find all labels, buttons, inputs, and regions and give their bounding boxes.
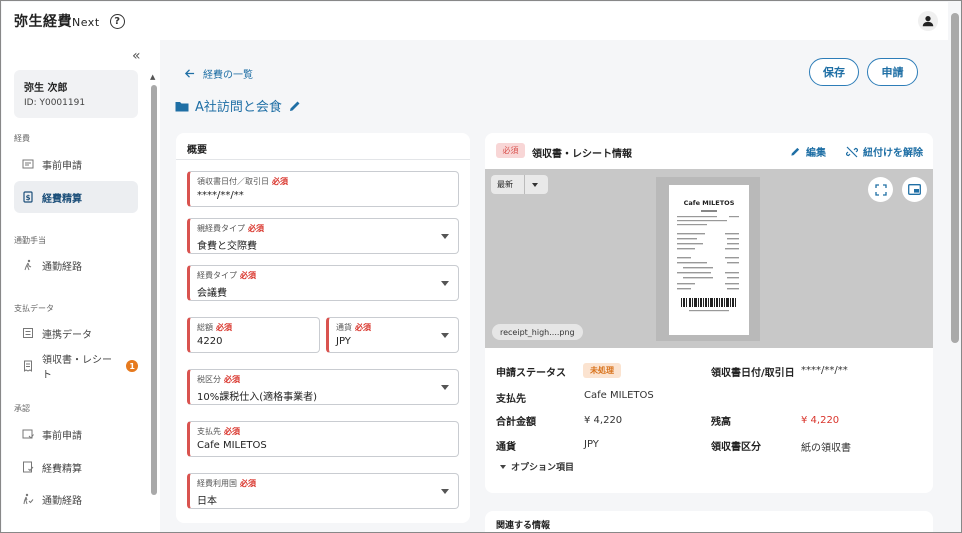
currency-select[interactable]: 通貨 必須 JPY (326, 317, 459, 353)
approval-document-icon (22, 428, 34, 440)
dropdown-arrow-icon (441, 385, 449, 390)
section-label-commute: 通勤手当 (14, 236, 46, 245)
approval-receipt-icon (22, 461, 34, 473)
status-badge: 未処理 (583, 363, 621, 378)
payee-value: Cafe MILETOS (584, 390, 654, 401)
edit-title-icon[interactable] (288, 99, 302, 113)
picture-in-picture-button[interactable] (902, 177, 927, 202)
notification-badge: 1 (126, 360, 138, 372)
help-icon[interactable]: ? (109, 13, 125, 29)
user-id: ID: Y0001191 (24, 98, 86, 108)
balance-label: 残高 (711, 417, 731, 428)
expand-icon (874, 183, 887, 196)
amount-field[interactable]: 総額 必須 4220 (187, 317, 320, 353)
section-label-payment-data: 支払データ (14, 304, 54, 313)
account-icon[interactable] (918, 11, 938, 31)
edit-receipt-button[interactable]: 編集 (790, 144, 826, 159)
receipt-image[interactable]: Cafe MILETOS (669, 185, 749, 335)
receipt-date-label: 領収書日付/取引日 (711, 368, 795, 379)
arrow-left-icon (184, 69, 195, 78)
sidebar-item-label: 事前申請 (42, 430, 82, 442)
sidebar-scrollbar[interactable] (151, 85, 157, 495)
tax-category-select[interactable]: 税区分 必須 10%課税仕入(適格事業者) (187, 369, 459, 405)
walking-icon (22, 259, 34, 271)
sidebar-item-approval-commute[interactable]: 通勤経路 (14, 483, 138, 515)
sidebar-item-label: 経費精算 (42, 193, 82, 205)
related-info-card (485, 511, 933, 532)
sidebar-item-receipts[interactable]: 領収書・レシート 1 (14, 350, 138, 382)
total-label: 合計金額 (496, 417, 536, 428)
unlink-icon (846, 146, 858, 157)
currency-value: JPY (584, 439, 599, 450)
submit-button[interactable]: 申請 (867, 58, 918, 86)
expand-more-icon (500, 464, 506, 469)
sidebar-item-label: 事前申請 (42, 160, 82, 172)
balance-value: ¥ 4,220 (801, 415, 840, 426)
back-to-expense-list[interactable]: 経費の一覧 (184, 66, 253, 81)
fullscreen-button[interactable] (868, 177, 893, 202)
receipt-shop-name: Cafe MILETOS (684, 199, 735, 207)
app-window: 弥生経費Next ? « 弥生 次郎 ID: Y0001191 経費 事前申請 … (0, 0, 962, 533)
sidebar-item-label: 領収書・レシート (42, 355, 112, 381)
user-name: 弥生 次郎 (24, 83, 68, 94)
user-card: 弥生 次郎 ID: Y0001191 (14, 70, 138, 118)
save-button[interactable]: 保存 (809, 58, 859, 86)
receipt-card-title: 領収書・レシート情報 (532, 149, 632, 160)
version-select[interactable]: 最新 (491, 175, 548, 194)
dropdown-arrow-icon (441, 333, 449, 338)
section-label-approval: 承認 (14, 404, 30, 413)
folder-icon (175, 101, 189, 111)
parent-expense-type-select[interactable]: 親経費タイプ 必須 食費と交際費 (187, 218, 459, 254)
country-select[interactable]: 経費利用国 必須 日本 (187, 473, 459, 509)
app-header: 弥生経費Next ? (2, 2, 948, 40)
unlink-receipt-button[interactable]: 紐付けを解除 (846, 144, 923, 159)
sidebar-item-label: 連携データ (42, 329, 92, 341)
overview-title: 概要 (187, 145, 207, 156)
document-icon (22, 158, 34, 170)
picture-in-picture-icon (908, 184, 921, 195)
currency-label: 通貨 (496, 442, 516, 453)
sidebar-item-label: 経費精算 (42, 463, 82, 475)
receipt-type-value: 紙の領収書 (801, 443, 851, 454)
sidebar-item-approval-pre-application[interactable]: 事前申請 (14, 418, 138, 450)
options-toggle[interactable]: オプション項目 (500, 460, 574, 473)
dropdown-arrow-icon (441, 234, 449, 239)
dropdown-arrow-icon (441, 281, 449, 286)
pencil-icon (791, 147, 800, 156)
payee-field[interactable]: 支払先 必須 Cafe MILETOS (187, 421, 459, 457)
main-scrollbar[interactable] (951, 13, 959, 343)
sidebar-item-label: 通勤経路 (42, 495, 82, 507)
receipt-filename: receipt_high....png (492, 324, 583, 340)
collapse-sidebar-icon[interactable]: « (132, 48, 141, 64)
page-title: A社訪問と会食 (175, 96, 302, 115)
expense-type-select[interactable]: 経費タイプ 必須 会議費 (187, 265, 459, 301)
dropdown-arrow-icon (441, 489, 449, 494)
list-icon (22, 327, 34, 339)
payee-label: 支払先 (496, 394, 526, 405)
svg-text:$: $ (26, 194, 31, 202)
status-label: 申請ステータス (496, 368, 566, 379)
receipt-date-value: ****/**/** (801, 365, 848, 376)
sidebar-item-approval-expense[interactable]: 経費精算 (14, 451, 138, 483)
receipt-date-field[interactable]: 領収書日付／取引日 必須 ****/**/** (187, 171, 459, 207)
sidebar-scroll-up[interactable]: ▲ (150, 73, 155, 81)
sidebar-item-commute-route[interactable]: 通勤経路 (14, 249, 138, 281)
sidebar-item-label: 通勤経路 (42, 261, 82, 273)
related-info-title: 関連する情報 (496, 521, 551, 531)
required-badge: 必須 (496, 143, 525, 158)
sidebar: « 弥生 次郎 ID: Y0001191 経費 事前申請 $ 経費精算 通勤手当… (2, 40, 160, 532)
receipt-type-label: 領収書区分 (711, 442, 761, 453)
sidebar-item-pre-application[interactable]: 事前申請 (14, 148, 138, 180)
app-logo[interactable]: 弥生経費Next (14, 11, 100, 31)
receipt-icon: $ (22, 191, 34, 203)
approval-walking-icon (22, 493, 34, 505)
section-label-expense: 経費 (14, 134, 30, 143)
total-value: ¥ 4,220 (584, 415, 623, 426)
sidebar-item-linked-data[interactable]: 連携データ (14, 317, 138, 349)
receipt-icon (22, 360, 34, 372)
sidebar-item-expense-settlement[interactable]: $ 経費精算 (14, 181, 138, 213)
dropdown-arrow-icon (532, 183, 538, 187)
